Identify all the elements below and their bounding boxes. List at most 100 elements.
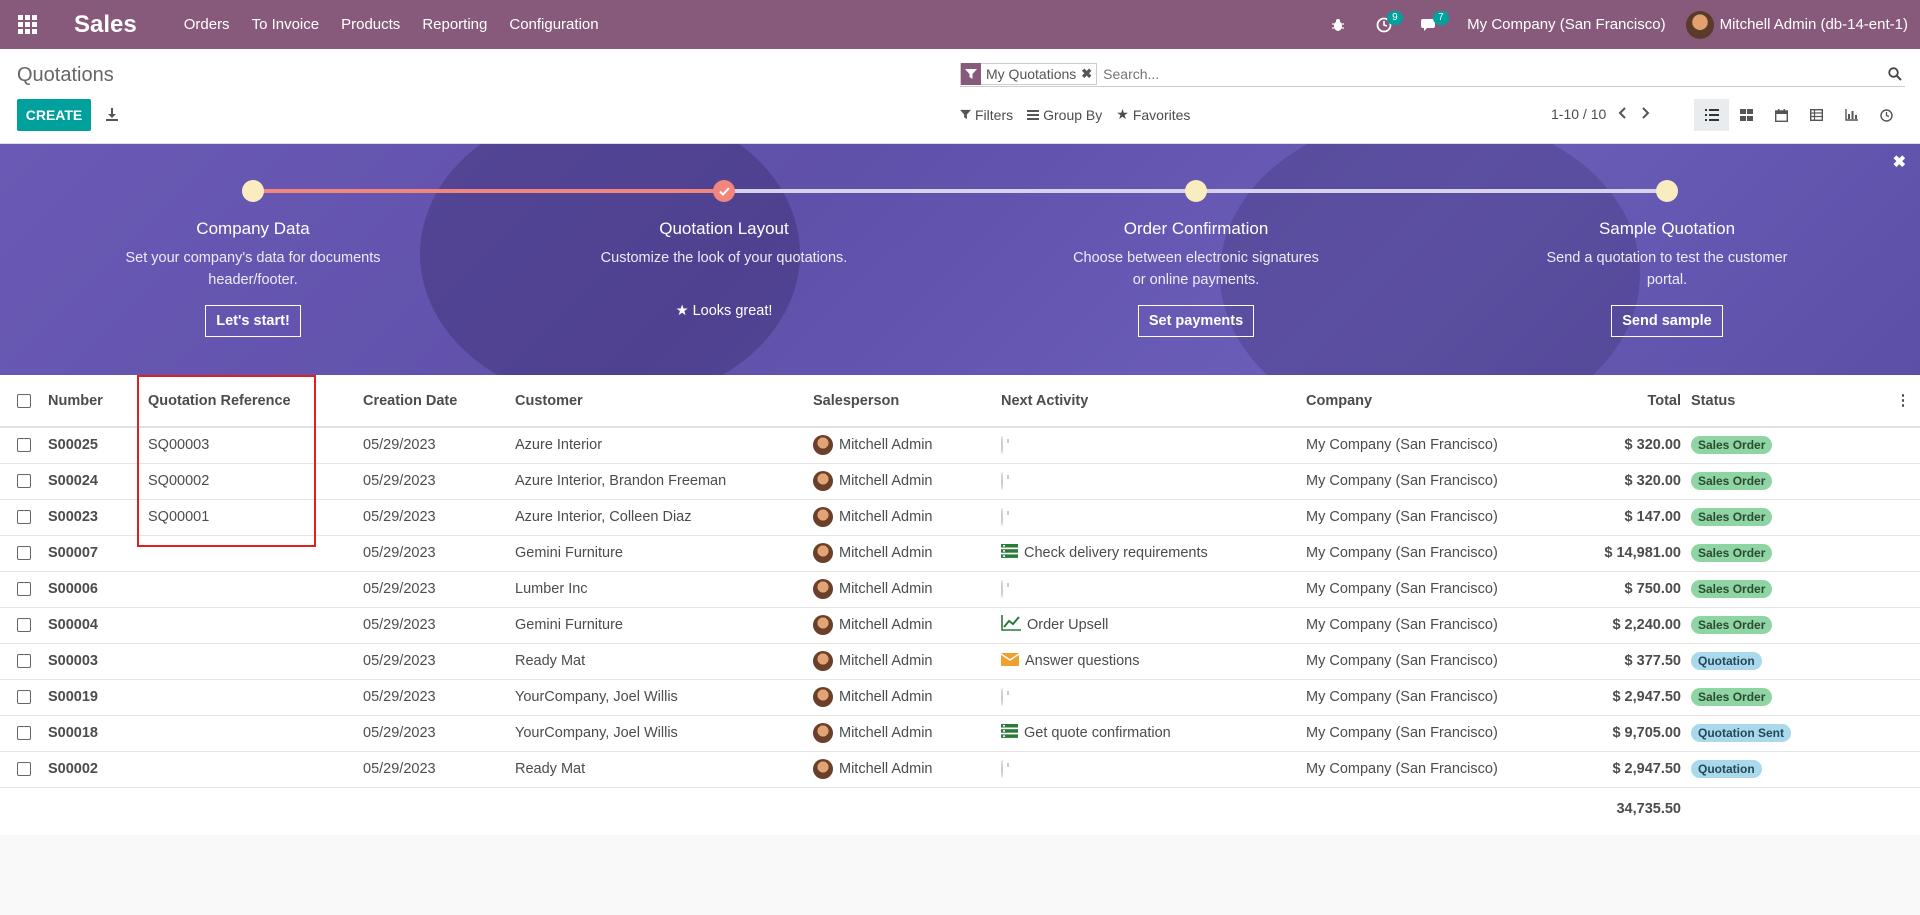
cell-next-activity[interactable] — [1001, 679, 1306, 715]
table-row[interactable]: S00003 05/29/2023 Ready Mat Mitchell Admin A… — [0, 643, 1920, 679]
remove-facet-icon[interactable]: ✖ — [1081, 66, 1096, 82]
header-creation-date[interactable]: Creation Date — [363, 375, 515, 427]
row-checkbox[interactable] — [17, 474, 31, 489]
row-checkbox-cell[interactable] — [0, 715, 48, 751]
lets-start-button[interactable]: Let's start! — [205, 305, 301, 337]
menu-item-reporting[interactable]: Reporting — [411, 0, 498, 49]
cell-next-activity[interactable] — [1001, 463, 1306, 499]
clock-icon[interactable] — [1001, 688, 1003, 706]
menu-item-products[interactable]: Products — [330, 0, 411, 49]
bug-icon[interactable] — [1323, 0, 1353, 49]
header-customer[interactable]: Customer — [515, 375, 813, 427]
cell-next-activity[interactable]: Check delivery requirements — [1001, 535, 1306, 571]
filter-icon — [960, 109, 971, 120]
table-row[interactable]: S00019 05/29/2023 YourCompany, Joel Willis… — [0, 679, 1920, 715]
row-checkbox[interactable] — [17, 438, 31, 453]
kanban-view-icon[interactable] — [1729, 99, 1764, 131]
select-all-checkbox-cell[interactable] — [0, 375, 48, 427]
cell-next-activity[interactable] — [1001, 751, 1306, 787]
app-brand[interactable]: Sales — [74, 11, 137, 39]
envelope-icon[interactable] — [1000, 652, 1020, 670]
row-checkbox-cell[interactable] — [0, 571, 48, 607]
table-row[interactable]: S00006 05/29/2023 Lumber Inc Mitchell Admin… — [0, 571, 1920, 607]
close-icon[interactable]: ✖ — [1893, 152, 1906, 172]
row-checkbox-cell[interactable] — [0, 643, 48, 679]
activity-icon[interactable]: 9 — [1369, 0, 1403, 49]
row-checkbox-cell[interactable] — [0, 535, 48, 571]
cell-next-activity[interactable] — [1001, 427, 1306, 463]
row-checkbox[interactable] — [17, 546, 31, 561]
cell-next-activity[interactable] — [1001, 571, 1306, 607]
clock-icon[interactable] — [1001, 760, 1003, 778]
row-checkbox[interactable] — [17, 690, 31, 705]
clock-icon[interactable] — [1001, 472, 1003, 490]
quotations-table: Number Quotation Reference Creation Date… — [0, 375, 1920, 831]
table-row[interactable]: S00004 05/29/2023 Gemini Furniture Mitchell… — [0, 607, 1920, 643]
send-sample-button[interactable]: Send sample — [1611, 305, 1723, 337]
cell-next-activity[interactable]: Get quote confirmation — [1001, 715, 1306, 751]
pager-value[interactable]: 1-10 / 10 — [1551, 106, 1606, 122]
row-checkbox-cell[interactable] — [0, 607, 48, 643]
list-view-icon[interactable] — [1694, 99, 1729, 131]
table-row[interactable]: S00018 05/29/2023 YourCompany, Joel Willis… — [0, 715, 1920, 751]
set-payments-button[interactable]: Set payments — [1137, 305, 1255, 337]
chevron-left-icon[interactable] — [1618, 106, 1628, 122]
row-checkbox[interactable] — [17, 510, 31, 525]
cell-next-activity[interactable]: Order Upsell — [1001, 607, 1306, 643]
row-checkbox[interactable] — [17, 582, 31, 597]
search-icon[interactable] — [1885, 64, 1905, 84]
table-row[interactable]: S00025 SQ00003 05/29/2023 Azure Interior Mit… — [0, 427, 1920, 463]
header-quotation-reference[interactable]: Quotation Reference — [148, 375, 363, 427]
header-number[interactable]: Number — [48, 375, 148, 427]
row-checkbox[interactable] — [17, 726, 31, 741]
header-salesperson[interactable]: Salesperson — [813, 375, 1001, 427]
select-all-checkbox[interactable] — [17, 393, 31, 408]
search-facet[interactable]: My Quotations ✖ — [960, 63, 1098, 85]
row-checkbox[interactable] — [17, 618, 31, 633]
header-total[interactable]: Total — [1546, 375, 1681, 427]
cell-next-activity[interactable]: Answer questions — [1000, 643, 1306, 679]
clock-icon[interactable] — [1001, 508, 1003, 526]
row-checkbox[interactable] — [17, 762, 31, 777]
table-row[interactable]: S00007 05/29/2023 Gemini Furniture Mitchell… — [0, 535, 1920, 571]
clock-icon[interactable] — [1001, 436, 1003, 455]
create-button[interactable]: CREATE — [17, 99, 91, 131]
activity-view-icon[interactable] — [1869, 99, 1904, 131]
row-checkbox[interactable] — [17, 654, 31, 669]
menu-item-to-invoice[interactable]: To Invoice — [241, 0, 331, 49]
header-status[interactable]: Status — [1681, 375, 1886, 427]
header-next-activity[interactable]: Next Activity — [1001, 375, 1306, 427]
company-switcher[interactable]: My Company (San Francisco) — [1467, 16, 1665, 33]
optional-columns-icon[interactable]: ⋮ — [1886, 375, 1920, 427]
row-checkbox-cell[interactable] — [0, 427, 48, 463]
groupby-toggle[interactable]: Group By — [1027, 106, 1102, 123]
row-checkbox-cell[interactable] — [0, 499, 48, 535]
line-chart-icon[interactable] — [1001, 615, 1021, 635]
chevron-right-icon[interactable] — [1640, 106, 1650, 122]
menu-item-configuration[interactable]: Configuration — [498, 0, 609, 49]
graph-view-icon[interactable] — [1834, 99, 1869, 131]
step-description: Set your company's data for documents he… — [125, 250, 381, 288]
row-checkbox-cell[interactable] — [0, 463, 48, 499]
pivot-view-icon[interactable] — [1799, 99, 1834, 131]
cell-next-activity[interactable] — [1001, 499, 1306, 535]
download-icon[interactable] — [102, 104, 122, 124]
favorites-toggle[interactable]: ★ Favorites — [1116, 106, 1190, 123]
tasks-icon[interactable] — [1001, 724, 1018, 742]
apps-menu-icon[interactable] — [0, 0, 54, 49]
header-company[interactable]: Company — [1306, 375, 1546, 427]
search-input[interactable] — [1097, 66, 1885, 82]
row-checkbox-cell[interactable] — [0, 751, 48, 787]
messages-icon[interactable]: 7 — [1415, 0, 1449, 49]
table-row[interactable]: S00024 SQ00002 05/29/2023 Azure Interior, B… — [0, 463, 1920, 499]
user-menu[interactable]: Mitchell Admin (db-14-ent-1) — [1685, 10, 1908, 39]
calendar-view-icon[interactable] — [1764, 99, 1799, 131]
row-checkbox-cell[interactable] — [0, 679, 48, 715]
table-row[interactable]: S00002 05/29/2023 Ready Mat Mitchell Admin M… — [0, 751, 1920, 787]
tasks-icon[interactable] — [1001, 544, 1018, 562]
table-row[interactable]: S00023 SQ00001 05/29/2023 Azure Interior, C… — [0, 499, 1920, 535]
filters-toggle[interactable]: Filters — [960, 106, 1013, 123]
check-icon — [718, 186, 730, 196]
clock-icon[interactable] — [1001, 580, 1003, 598]
menu-item-orders[interactable]: Orders — [173, 0, 241, 49]
